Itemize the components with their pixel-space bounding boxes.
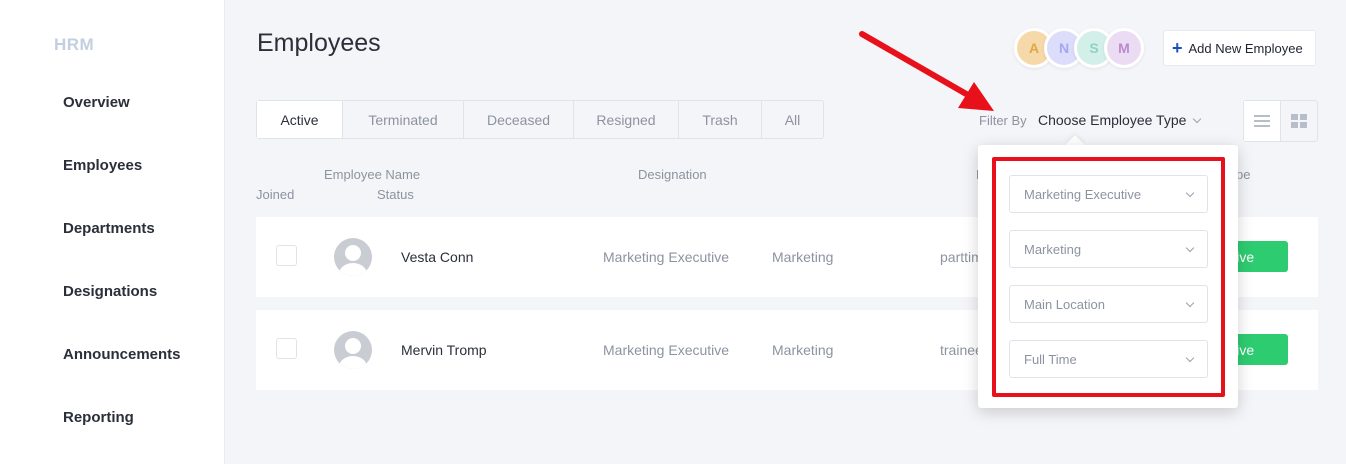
location-filter-select[interactable]: Main Location bbox=[1009, 285, 1208, 323]
brand-logo[interactable]: HRM bbox=[54, 35, 94, 55]
chevron-down-icon bbox=[1185, 298, 1195, 307]
department-cell: Marketing bbox=[772, 342, 834, 358]
location-filter-value: Main Location bbox=[1024, 296, 1105, 312]
chevron-down-icon bbox=[1193, 114, 1202, 123]
avatar bbox=[334, 238, 372, 276]
grid-view-button[interactable] bbox=[1281, 101, 1318, 141]
status-badge-label: Active bbox=[1238, 248, 1255, 265]
department-filter-select[interactable]: Marketing bbox=[1009, 230, 1208, 268]
page-title: Employees bbox=[257, 29, 381, 57]
sidebar-item-reporting[interactable]: Reporting bbox=[63, 409, 134, 426]
sidebar-item-overview[interactable]: Overview bbox=[63, 94, 130, 111]
tab-resigned[interactable]: Resigned bbox=[574, 101, 679, 138]
list-view-button[interactable] bbox=[1244, 101, 1281, 141]
sidebar: HRM Overview Employees Departments Desig… bbox=[0, 0, 225, 464]
filter-label: Filter By bbox=[979, 113, 1027, 128]
status-badge[interactable]: Active bbox=[1238, 334, 1288, 365]
designation-filter-select[interactable]: Marketing Executive bbox=[1009, 175, 1208, 213]
chevron-down-icon bbox=[1185, 353, 1195, 362]
employment-type-cell: trainee bbox=[940, 342, 983, 358]
plus-icon: + bbox=[1172, 38, 1183, 58]
chevron-down-icon bbox=[1185, 188, 1195, 197]
list-icon bbox=[1253, 115, 1270, 127]
column-header-type-partial: pe bbox=[1236, 167, 1251, 182]
status-badge-label: Active bbox=[1238, 341, 1255, 358]
view-toggle bbox=[1243, 100, 1318, 142]
status-badge[interactable]: Active bbox=[1238, 241, 1288, 272]
employee-name[interactable]: Vesta Conn bbox=[401, 249, 473, 265]
department-cell: Marketing bbox=[772, 249, 834, 265]
tab-active[interactable]: Active bbox=[257, 101, 343, 138]
employment-type-cell: parttim bbox=[940, 249, 983, 265]
avatar[interactable]: M bbox=[1104, 28, 1144, 68]
add-employee-button[interactable]: + Add New Employee bbox=[1163, 30, 1316, 66]
tab-trash[interactable]: Trash bbox=[679, 101, 762, 138]
row-checkbox[interactable] bbox=[276, 245, 297, 266]
tab-all[interactable]: All bbox=[762, 101, 823, 138]
designation-filter-value: Marketing Executive bbox=[1024, 186, 1142, 202]
employment-type-filter-value: Full Time bbox=[1024, 351, 1077, 367]
department-filter-value: Marketing bbox=[1024, 241, 1082, 257]
sidebar-item-designations[interactable]: Designations bbox=[63, 283, 157, 300]
chevron-down-icon bbox=[1185, 243, 1195, 252]
column-header-status[interactable]: Status bbox=[377, 187, 414, 202]
sidebar-item-employees[interactable]: Employees bbox=[63, 157, 142, 174]
row-checkbox[interactable] bbox=[276, 338, 297, 359]
tab-terminated[interactable]: Terminated bbox=[343, 101, 464, 138]
designation-cell: Marketing Executive bbox=[603, 342, 730, 358]
column-header-joined[interactable]: Joined bbox=[256, 187, 294, 202]
sidebar-item-announcements[interactable]: Announcements bbox=[63, 346, 181, 363]
status-tabs: Active Terminated Deceased Resigned Tras… bbox=[256, 100, 824, 139]
grid-icon bbox=[1290, 114, 1307, 128]
avatar bbox=[334, 331, 372, 369]
employment-type-filter-select[interactable]: Full Time bbox=[1009, 340, 1208, 378]
designation-cell: Marketing Executive bbox=[603, 249, 730, 265]
add-employee-label: Add New Employee bbox=[1188, 40, 1303, 56]
sidebar-item-departments[interactable]: Departments bbox=[63, 220, 155, 237]
column-header-designation[interactable]: Designation bbox=[638, 167, 707, 182]
employee-type-select[interactable]: Choose Employee Type bbox=[1038, 112, 1202, 128]
column-header-employee-name[interactable]: Employee Name bbox=[324, 167, 420, 182]
employee-name[interactable]: Mervin Tromp bbox=[401, 342, 487, 358]
tab-deceased[interactable]: Deceased bbox=[464, 101, 574, 138]
employee-type-select-value: Choose Employee Type bbox=[1038, 112, 1187, 128]
